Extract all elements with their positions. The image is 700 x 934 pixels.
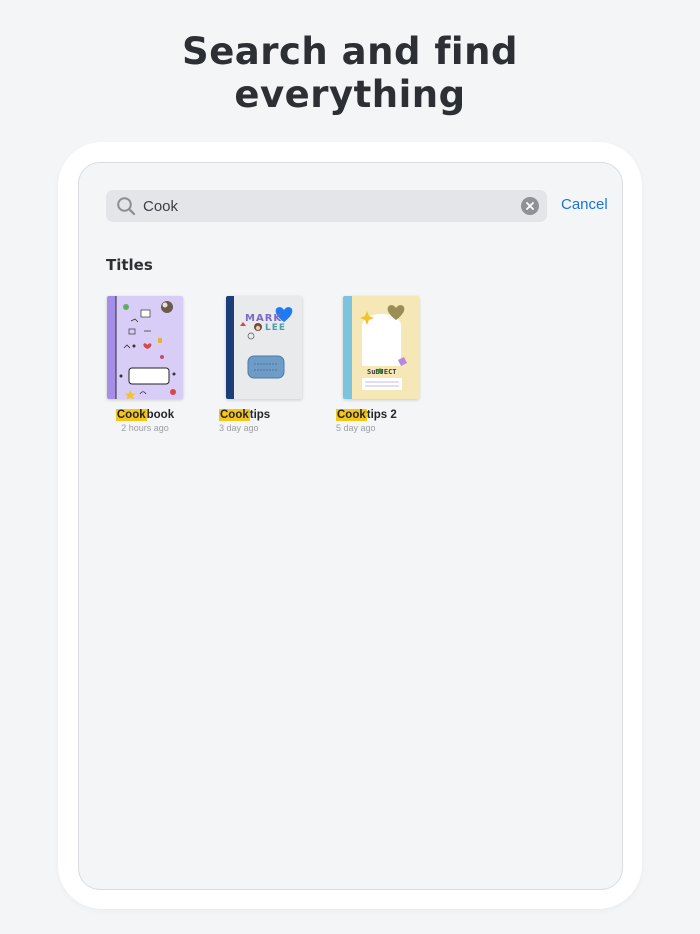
result-timestamp: 5 day ago xyxy=(336,423,376,433)
cover-text-bottom: LEE xyxy=(265,323,286,333)
headline: Search and find everything xyxy=(0,30,700,116)
match-highlight: Cook xyxy=(336,409,367,421)
clear-search-icon[interactable] xyxy=(521,197,539,215)
result-title: Cooktips 2 xyxy=(326,408,436,422)
search-bar[interactable] xyxy=(106,190,547,222)
notebook-cover-thumbnail xyxy=(107,296,183,399)
result-title-rest: tips 2 xyxy=(366,409,397,421)
result-item-cooktips[interactable]: MARK LEE Cooktips 3 day ago xyxy=(209,296,319,434)
result-timestamp: 3 day ago xyxy=(219,423,259,433)
search-input[interactable] xyxy=(143,190,503,222)
search-icon xyxy=(117,197,136,216)
app-store-screenshot: Search and find everything Cancel Titles xyxy=(0,0,700,934)
headline-line-1: Search and find xyxy=(182,30,518,73)
match-highlight: Cook xyxy=(115,409,147,421)
result-title: Cooktips xyxy=(209,408,319,422)
result-timestamp: 2 hours ago xyxy=(121,423,169,433)
headline-line-2: everything xyxy=(234,73,466,116)
tablet-frame: Cancel Titles xyxy=(58,142,642,909)
result-item-cookbook[interactable]: Cookbook 2 hours ago xyxy=(90,296,200,434)
match-highlight: Cook xyxy=(219,409,250,421)
result-title-rest: tips xyxy=(249,409,271,421)
titles-section-heading: Titles xyxy=(106,256,153,274)
notebook-cover-thumbnail: SuBJECT xyxy=(343,296,419,399)
cancel-button[interactable]: Cancel xyxy=(561,196,608,213)
result-title-rest: book xyxy=(146,409,175,421)
notebook-cover-thumbnail: MARK LEE xyxy=(226,296,302,399)
search-screen: Cancel Titles xyxy=(78,162,623,890)
result-item-cooktips-2[interactable]: SuBJECT Cooktips 2 5 day ago xyxy=(326,296,436,434)
result-title: Cookbook xyxy=(90,408,200,422)
